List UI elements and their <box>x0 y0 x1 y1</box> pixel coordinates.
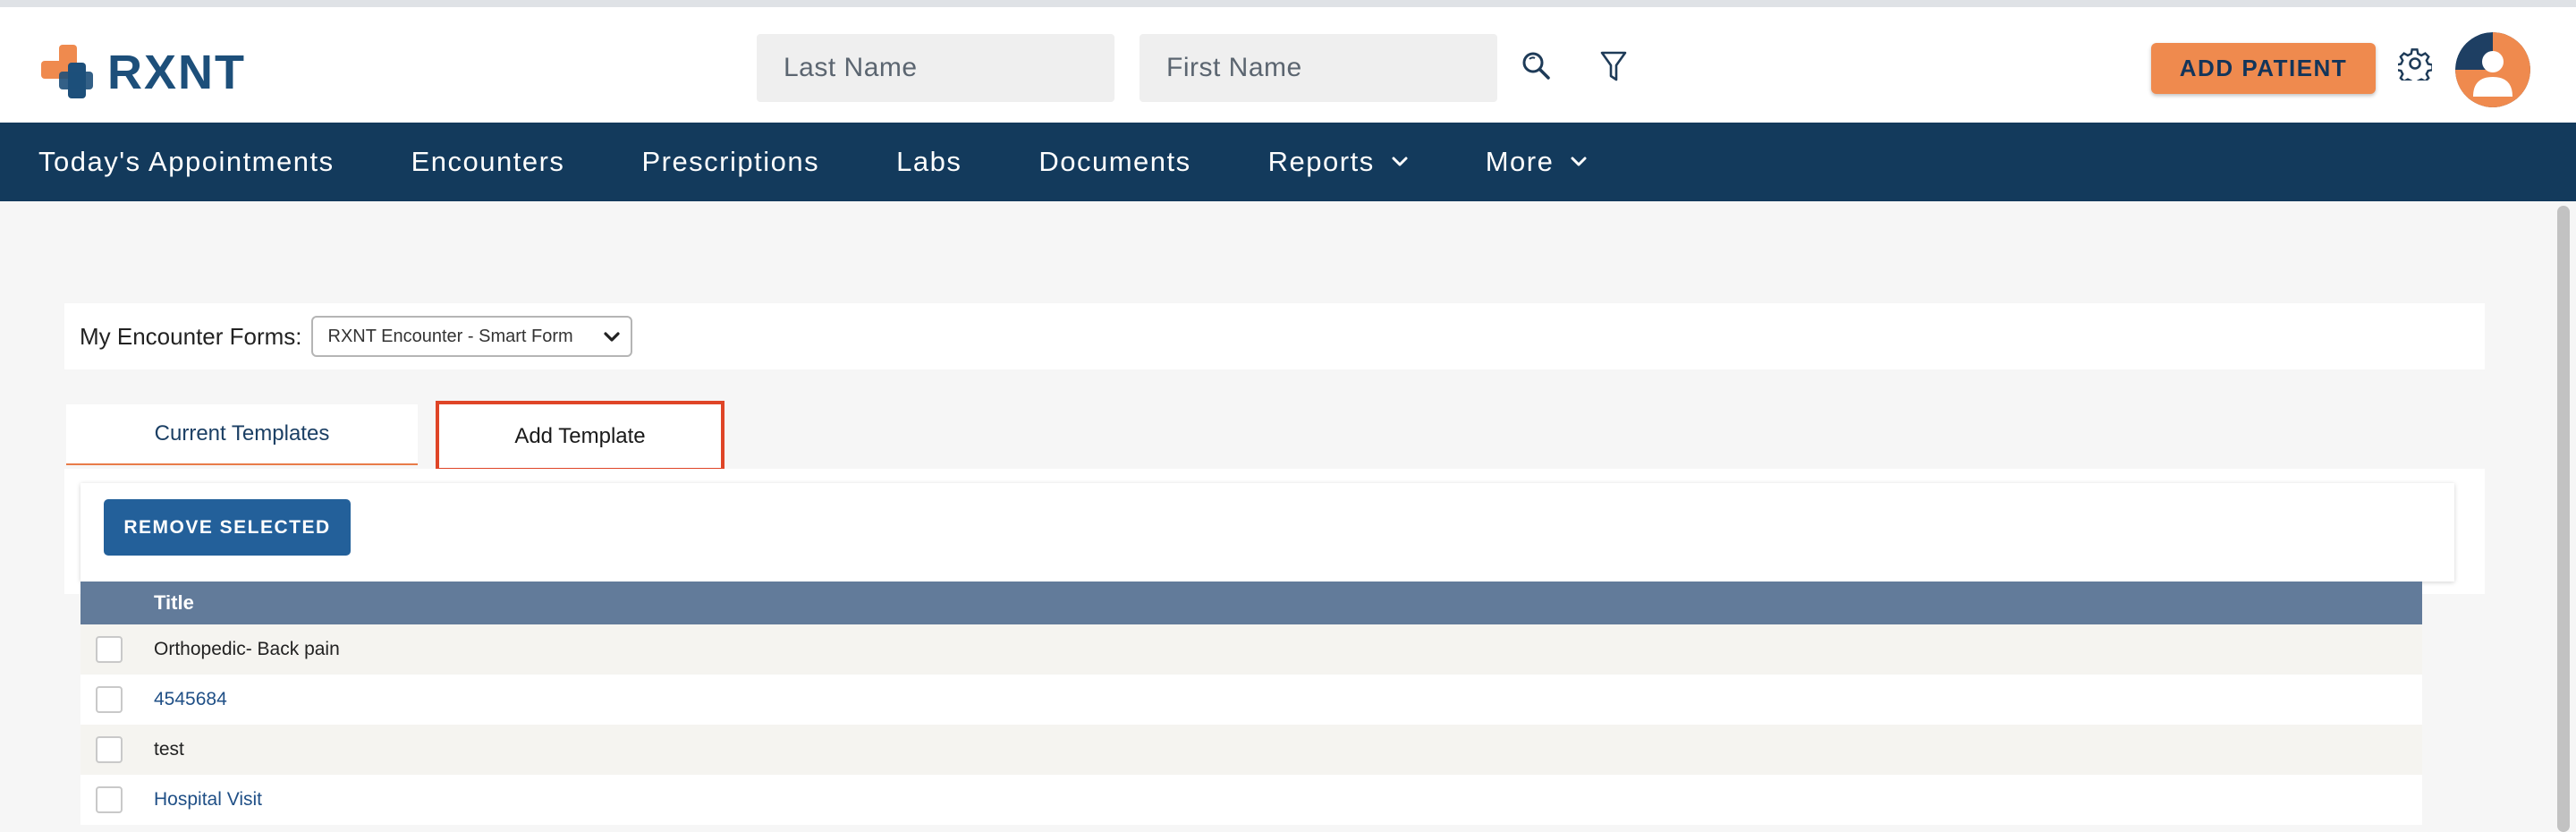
nav-label: Documents <box>1038 146 1191 177</box>
nav-prescriptions[interactable]: Prescriptions <box>641 146 819 178</box>
last-name-input[interactable] <box>757 34 1114 102</box>
column-header-title[interactable]: Title <box>154 591 194 615</box>
nav-label: Reports <box>1267 146 1375 177</box>
nav-more[interactable]: More <box>1486 146 1589 178</box>
nav-encounters[interactable]: Encounters <box>411 146 565 178</box>
row-title: Orthopedic- Back pain <box>154 639 340 659</box>
encounter-forms-label: My Encounter Forms: <box>80 322 302 350</box>
row-title: 4545684 <box>154 689 227 709</box>
nav-todays-appointments[interactable]: Today's Appointments <box>38 146 335 178</box>
nav-reports[interactable]: Reports <box>1268 146 1409 178</box>
scrollbar-thumb[interactable] <box>2557 206 2570 832</box>
chevron-down-icon <box>602 327 622 347</box>
rxnt-logo[interactable]: RXNT <box>39 38 246 107</box>
encounter-form-selected-value: RXNT Encounter - Smart Form <box>327 326 573 346</box>
nav-documents[interactable]: Documents <box>1038 146 1191 178</box>
table-row: Orthopedic- Back pain <box>80 624 2422 675</box>
nav-label: More <box>1485 146 1555 177</box>
table-row: test <box>80 725 2422 775</box>
add-patient-button[interactable]: ADD PATIENT <box>2151 43 2376 94</box>
top-border <box>0 0 2576 7</box>
logo-cross-icon <box>39 41 102 104</box>
user-avatar-icon[interactable] <box>2455 32 2530 107</box>
templates-table: Title Orthopedic- Back pain 4545684 test… <box>80 582 2422 825</box>
row-checkbox[interactable] <box>96 636 123 663</box>
remove-selected-button[interactable]: REMOVE SELECTED <box>104 499 351 556</box>
first-name-input[interactable] <box>1140 34 1497 102</box>
table-row: 4545684 <box>80 675 2422 725</box>
encounter-form-select[interactable]: RXNT Encounter - Smart Form <box>310 316 632 357</box>
row-title: Hospital Visit <box>154 789 262 810</box>
nav-label: Today's Appointments <box>38 146 335 177</box>
row-checkbox[interactable] <box>96 686 123 713</box>
search-icon[interactable] <box>1517 47 1555 84</box>
app-header: RXNT ADD PATIENT <box>0 7 2576 123</box>
table-header: Title <box>80 582 2422 624</box>
filter-icon[interactable] <box>1596 47 1631 86</box>
row-checkbox[interactable] <box>96 736 123 763</box>
tab-add-template[interactable]: Add Template <box>436 401 724 471</box>
nav-label: Encounters <box>411 146 565 177</box>
nav-label: Labs <box>896 146 962 177</box>
chevron-down-icon <box>1391 156 1409 168</box>
chevron-down-icon <box>1570 156 1588 168</box>
nav-label: Prescriptions <box>641 146 820 177</box>
logo-text: RXNT <box>107 46 246 99</box>
encounter-forms-bar: My Encounter Forms: RXNT Encounter - Sma… <box>64 303 2485 369</box>
row-checkbox[interactable] <box>96 786 123 813</box>
main-nav: Today's Appointments Encounters Prescrip… <box>0 123 2576 201</box>
tab-current-templates[interactable]: Current Templates <box>66 404 418 465</box>
nav-labs[interactable]: Labs <box>896 146 962 178</box>
actions-card <box>80 483 2454 582</box>
table-row: Hospital Visit <box>80 775 2422 825</box>
row-title: test <box>154 739 184 760</box>
gear-icon[interactable] <box>2396 45 2434 82</box>
